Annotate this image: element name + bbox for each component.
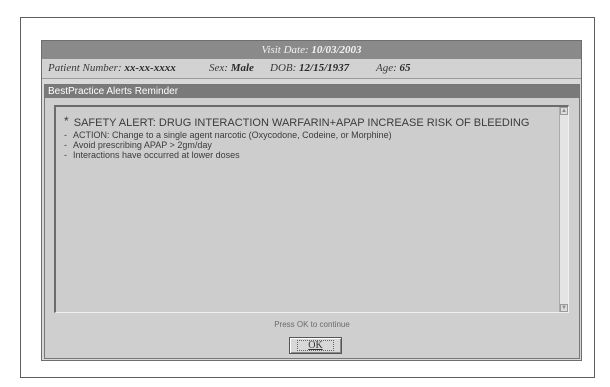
sex-label: Sex: <box>209 62 228 74</box>
sex-value: Male <box>230 62 254 74</box>
list-item: - ACTION: Change to a single agent narcot… <box>64 130 554 140</box>
focus-rect <box>297 340 334 351</box>
alert-headline: SAFETY ALERT: DRUG INTERACTION WARFARIN+… <box>73 117 530 129</box>
alerts-dialog: BestPractice Alerts Reminder * SAFETY AL… <box>44 84 580 359</box>
list-item: - Avoid prescribing APAP > 2gm/day <box>64 140 554 150</box>
continue-hint: Press OK to continue <box>274 320 350 329</box>
alert-lines: * SAFETY ALERT: DRUG INTERACTION WARFARI… <box>64 115 554 160</box>
age-value: 65 <box>399 62 411 74</box>
dash-marker: - <box>64 140 67 150</box>
ok-button[interactable]: OK <box>289 337 342 354</box>
patient-number-value: xx-xx-xxxx <box>124 62 176 74</box>
patient-info-bar: Patient Number: xx-xx-xxxx Sex: Male DOB… <box>42 59 581 79</box>
patient-number-field: Patient Number: xx-xx-xxxx <box>48 59 176 78</box>
list-item-text: Interactions have occurred at lower dose… <box>73 150 240 160</box>
app-window: Visit Date: 10/03/2003 Patient Number: x… <box>41 40 582 361</box>
visit-date-label: Visit Date: <box>261 44 309 56</box>
list-item-text: Avoid prescribing APAP > 2gm/day <box>73 140 212 150</box>
patient-number-label: Patient Number: <box>48 62 122 74</box>
dialog-title: BestPractice Alerts Reminder <box>45 85 579 98</box>
alert-text-area[interactable]: * SAFETY ALERT: DRUG INTERACTION WARFARI… <box>54 105 569 313</box>
dob-value: 12/15/1937 <box>299 62 350 74</box>
age-field: Age: 65 <box>376 59 411 78</box>
dash-marker: - <box>64 130 67 140</box>
asterisk-icon: * <box>64 114 69 128</box>
scroll-up-icon[interactable]: ▲ <box>560 107 568 115</box>
age-label: Age: <box>376 62 397 74</box>
dash-marker: - <box>64 150 67 160</box>
list-item: - Interactions have occurred at lower dos… <box>64 150 554 160</box>
dob-field: DOB: 12/15/1937 <box>270 59 349 78</box>
visit-date-bar: Visit Date: 10/03/2003 <box>42 41 581 59</box>
dob-label: DOB: <box>270 62 297 74</box>
scroll-down-icon[interactable]: ▼ <box>560 304 568 312</box>
vertical-scrollbar[interactable]: ▲ ▼ <box>559 107 568 312</box>
alert-headline-line: * SAFETY ALERT: DRUG INTERACTION WARFARI… <box>64 115 554 129</box>
list-item-text: ACTION: Change to a single agent narcoti… <box>73 130 392 140</box>
visit-date-value: 10/03/2003 <box>311 44 362 56</box>
sex-field: Sex: Male <box>209 59 254 78</box>
